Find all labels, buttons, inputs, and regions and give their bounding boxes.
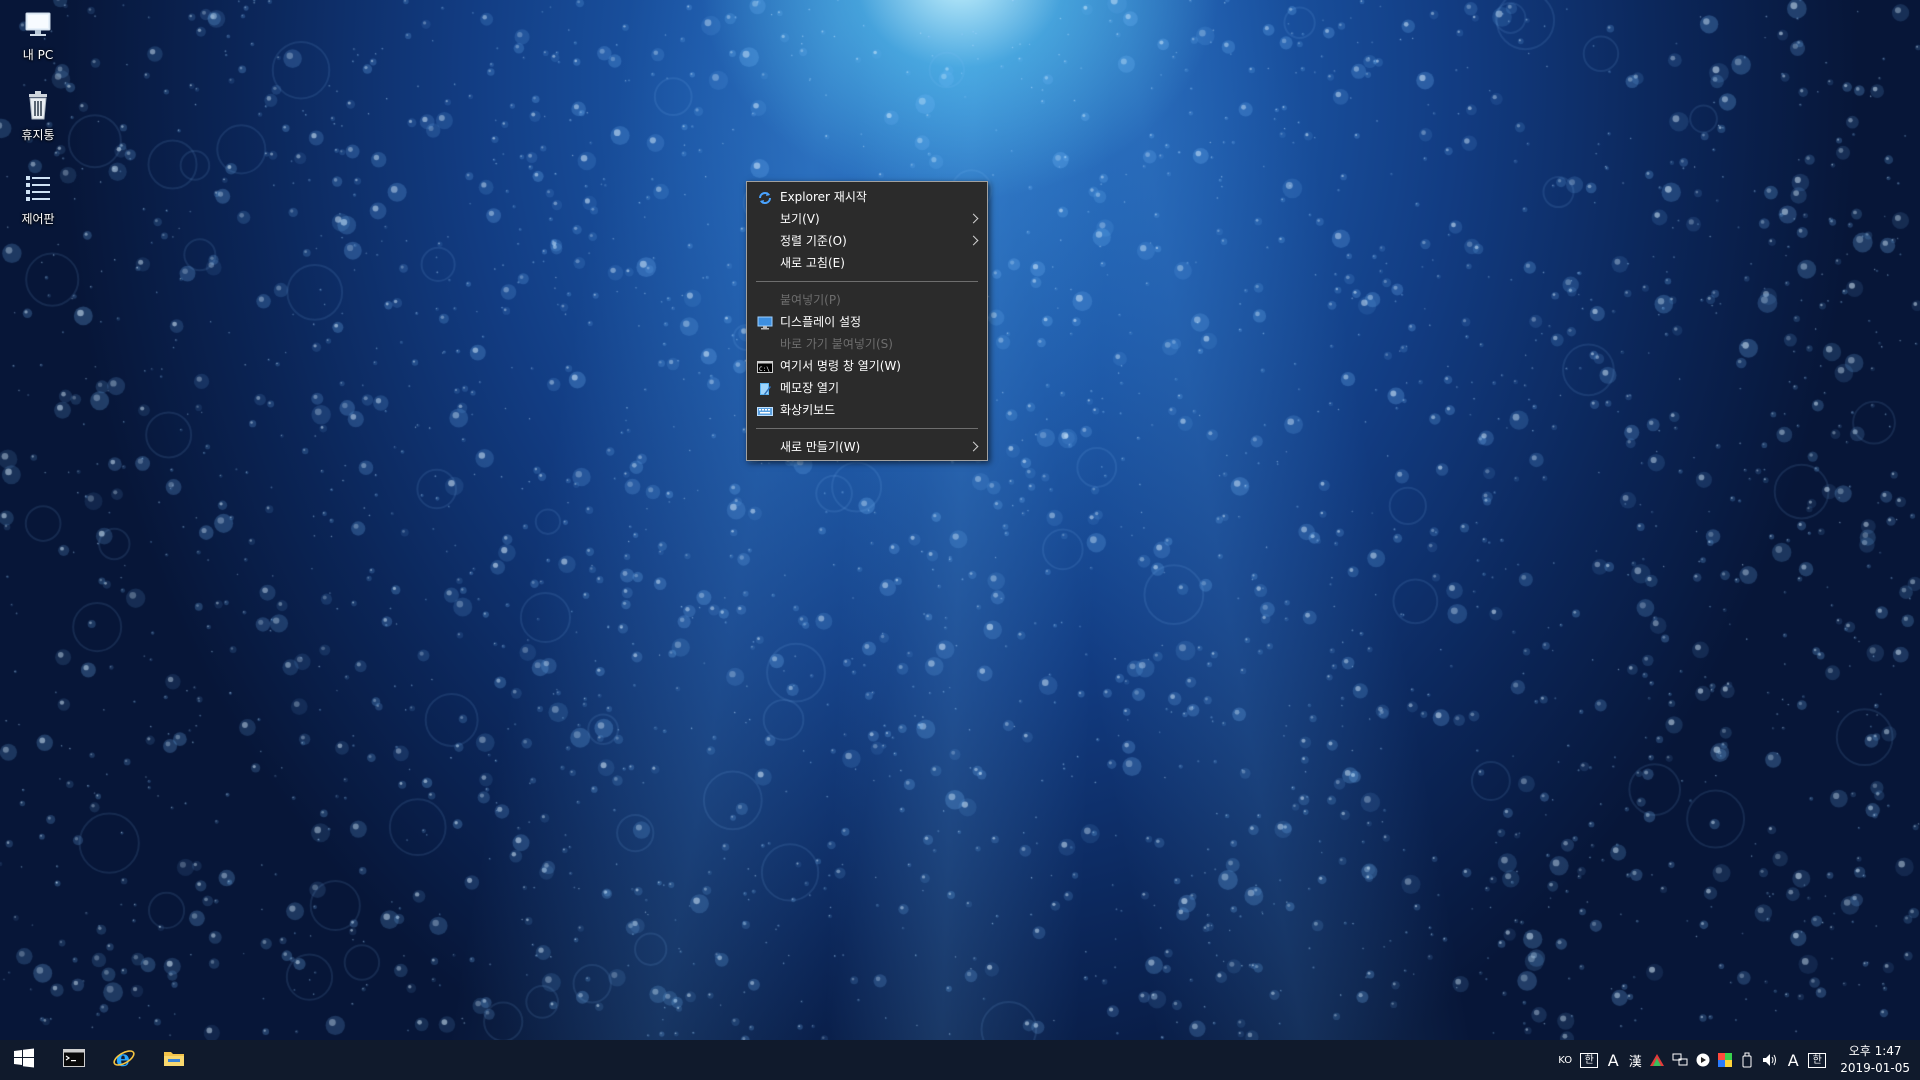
desktop-icon-recycle-bin[interactable]: 휴지통	[0, 88, 76, 143]
clock-time: 오후 1:47	[1848, 1044, 1902, 1058]
menu-item-label: 디스플레이 설정	[780, 315, 862, 329]
menu-item-label: 새로 만들기(W)	[780, 440, 861, 454]
wallpaper-bubbles	[0, 0, 1920, 1040]
menu-item-label: 정렬 기준(O)	[780, 234, 847, 248]
menu-item-label: 보기(V)	[780, 212, 820, 226]
recycle-bin-icon	[21, 88, 55, 122]
chevron-right-icon	[968, 441, 979, 452]
desktop-context-menu: Explorer 재시작 보기(V) 정렬 기준(O) 새로 고침(E) 붙여넣…	[746, 181, 988, 461]
start-button[interactable]	[0, 1040, 48, 1080]
language-indicator[interactable]: KO	[1558, 1050, 1572, 1070]
menu-item-label: 새로 고침(E)	[780, 256, 845, 270]
menu-item-new[interactable]: 새로 만들기(W)	[747, 436, 987, 458]
media-player-icon[interactable]	[1696, 1050, 1710, 1070]
control-panel-icon	[21, 172, 55, 206]
menu-separator	[756, 428, 978, 429]
menu-item-label: 메모장 열기	[780, 381, 840, 395]
ime-mode-indicator[interactable]: A	[1786, 1050, 1800, 1070]
computer-icon	[21, 8, 55, 42]
display-icon	[757, 315, 773, 330]
menu-item-label: Explorer 재시작	[780, 190, 867, 204]
menu-item-label: 붙여넣기(P)	[780, 293, 841, 307]
ime-pad-indicator[interactable]: 한	[1808, 1052, 1827, 1068]
ime-alpha-indicator[interactable]: A	[1606, 1050, 1620, 1070]
desktop-icon-label: 내 PC	[22, 48, 54, 62]
menu-item-label: 여기서 명령 창 열기(W)	[780, 359, 901, 373]
color-app-icon[interactable]	[1718, 1050, 1733, 1070]
ime-hangul-indicator[interactable]: 한	[1580, 1052, 1599, 1068]
menu-item-open-command-window[interactable]: C:\ 여기서 명령 창 열기(W)	[747, 355, 987, 377]
system-tray: KO 한 A 漢 A 한 오후 1:47 2019-01-05	[1554, 1040, 1920, 1080]
refresh-icon	[757, 190, 773, 204]
folder-icon	[163, 1049, 185, 1071]
triangle-app-icon[interactable]	[1650, 1050, 1665, 1070]
chevron-right-icon	[968, 213, 979, 224]
taskbar: e KO 한 A 漢 A 한 오후 1:47 2019-01-05	[0, 1040, 1920, 1080]
internet-explorer-button[interactable]: e	[100, 1040, 148, 1080]
volume-icon[interactable]	[1762, 1050, 1778, 1070]
taskbar-clock[interactable]: 오후 1:47 2019-01-05	[1840, 1043, 1910, 1077]
desktop-wallpaper: 내 PC 휴지통 제어판 Explorer 재시작 보기(V) 정렬 기준(O)…	[0, 0, 1920, 1040]
menu-item-on-screen-keyboard[interactable]: 화상키보드	[747, 399, 987, 421]
svg-text:e: e	[116, 1046, 130, 1070]
desktop-icon-control-panel[interactable]: 제어판	[0, 172, 76, 227]
menu-item-paste: 붙여넣기(P)	[747, 289, 987, 311]
menu-item-view[interactable]: 보기(V)	[747, 208, 987, 230]
menu-item-paste-shortcut: 바로 가기 붙여넣기(S)	[747, 333, 987, 355]
usb-drive-icon[interactable]	[1740, 1050, 1754, 1070]
menu-item-sort-by[interactable]: 정렬 기준(O)	[747, 230, 987, 252]
menu-separator	[756, 281, 978, 282]
menu-item-restart-explorer[interactable]: Explorer 재시작	[747, 186, 987, 208]
menu-item-label: 화상키보드	[780, 403, 836, 417]
menu-item-label: 바로 가기 붙여넣기(S)	[780, 337, 893, 351]
terminal-icon	[63, 1049, 85, 1071]
command-prompt-icon: C:\	[757, 359, 773, 373]
notepad-icon	[757, 381, 773, 395]
desktop-icon-my-pc[interactable]: 내 PC	[0, 8, 76, 63]
internet-explorer-icon: e	[112, 1046, 136, 1074]
chevron-right-icon	[968, 235, 979, 246]
menu-item-refresh[interactable]: 새로 고침(E)	[747, 252, 987, 274]
desktop-icon-label: 휴지통	[21, 128, 55, 142]
clock-date: 2019-01-05	[1840, 1061, 1910, 1075]
svg-text:C:\: C:\	[759, 366, 770, 373]
terminal-button[interactable]	[50, 1040, 98, 1080]
keyboard-icon	[757, 403, 773, 417]
menu-item-display-settings[interactable]: 디스플레이 설정	[747, 311, 987, 333]
windows-logo-icon	[13, 1047, 35, 1073]
desktop-icon-label: 제어판	[21, 212, 55, 226]
ime-hanja-indicator[interactable]: 漢	[1628, 1050, 1642, 1070]
network-icon[interactable]	[1672, 1050, 1688, 1070]
file-explorer-button[interactable]	[150, 1040, 198, 1080]
menu-item-open-notepad[interactable]: 메모장 열기	[747, 377, 987, 399]
